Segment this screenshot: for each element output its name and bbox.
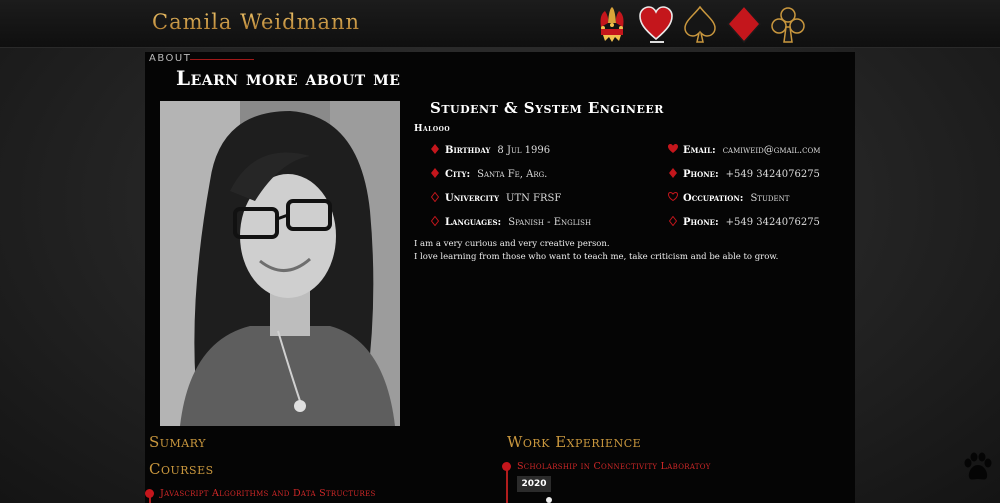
info-value: UTN FRSF <box>506 193 562 204</box>
heart-suit-icon <box>639 6 673 41</box>
nav-item-heart[interactable] <box>637 2 675 46</box>
location-pin-icon <box>546 497 552 503</box>
info-university: Univercity UTN FRSF <box>429 191 562 205</box>
diamond-bullet-icon <box>667 168 679 181</box>
diamond-bullet-icon <box>429 168 441 181</box>
greeting-text: Halooo <box>414 124 451 134</box>
work-experience-heading: Work Experience <box>507 433 642 451</box>
info-label: Phone: <box>683 217 719 228</box>
info-birthday: Birthday 8 Jul 1996 <box>429 144 550 157</box>
nav-item-joker[interactable] <box>593 2 631 46</box>
nav-item-spade[interactable] <box>681 2 719 46</box>
active-nav-indicator <box>650 41 664 43</box>
timeline-marker-icon <box>145 489 154 498</box>
info-label: Phone: <box>683 169 719 180</box>
diamond-outline-bullet-icon <box>429 215 441 229</box>
timeline-marker-icon <box>502 462 511 471</box>
info-value[interactable]: camiweid@gmail.com <box>723 145 821 156</box>
info-value: +549 3424076275 <box>725 217 820 228</box>
spade-suit-icon <box>684 5 716 43</box>
joker-icon <box>600 7 624 42</box>
brand-logo[interactable]: Camila Weidmann <box>152 10 360 34</box>
info-city: City: Santa Fe, Arg. <box>429 168 547 181</box>
heart-outline-bullet-icon <box>667 191 679 204</box>
top-navbar: Camila Weidmann <box>0 0 1000 48</box>
summary-heading: Sumary <box>149 433 206 451</box>
info-value: 8 Jul 1996 <box>497 145 551 156</box>
work-timeline <box>506 467 508 503</box>
info-label: Languages: <box>445 217 502 228</box>
nav-item-club[interactable] <box>769 2 807 46</box>
profile-photo <box>160 101 400 426</box>
diamond-outline-bullet-icon <box>429 191 441 205</box>
info-value: +549 3424076275 <box>725 169 820 180</box>
info-label: Occupation: <box>683 192 744 204</box>
bio-text: I am a very curious and very creative pe… <box>414 238 778 264</box>
diamond-suit-icon <box>726 5 762 43</box>
year-badge: 2020 <box>517 476 551 492</box>
info-occupation: Occupation: Student <box>667 191 790 204</box>
info-phone-secondary: Phone: +549 3424076275 <box>667 215 820 229</box>
info-phone: Phone: +549 3424076275 <box>667 168 820 181</box>
paw-icon[interactable] <box>962 452 994 482</box>
diamond-outline-bullet-icon <box>667 215 679 229</box>
info-value: Student <box>750 192 790 204</box>
section-tag-divider <box>190 59 254 60</box>
info-label: Email: <box>683 144 716 156</box>
course-item: Javascript Algorithms and Data Structure… <box>160 488 376 499</box>
diamond-bullet-icon <box>429 144 441 157</box>
info-label: Birthday <box>445 145 491 156</box>
info-value: Spanish - English <box>508 217 592 228</box>
suit-nav <box>593 2 807 46</box>
courses-heading: Courses <box>149 460 214 478</box>
info-value: Santa Fe, Arg. <box>477 169 548 180</box>
role-heading: Student & System Engineer <box>430 99 664 117</box>
section-tag: ABOUT <box>149 53 192 64</box>
heart-bullet-icon <box>667 144 679 156</box>
info-label: Univercity <box>445 193 500 204</box>
bio-line: I love learning from those who want to t… <box>414 252 779 262</box>
info-label: City: <box>445 169 471 180</box>
info-email: Email: camiweid@gmail.com <box>667 144 820 156</box>
work-item-title: Scholarship in Connectivity Laboratoy <box>517 461 711 472</box>
page-title: Learn more about me <box>176 66 401 90</box>
club-suit-icon <box>771 7 805 43</box>
info-languages: Languages: Spanish - English <box>429 215 592 229</box>
bio-line: I am a very curious and very creative pe… <box>414 239 610 249</box>
nav-item-diamond[interactable] <box>725 2 763 46</box>
